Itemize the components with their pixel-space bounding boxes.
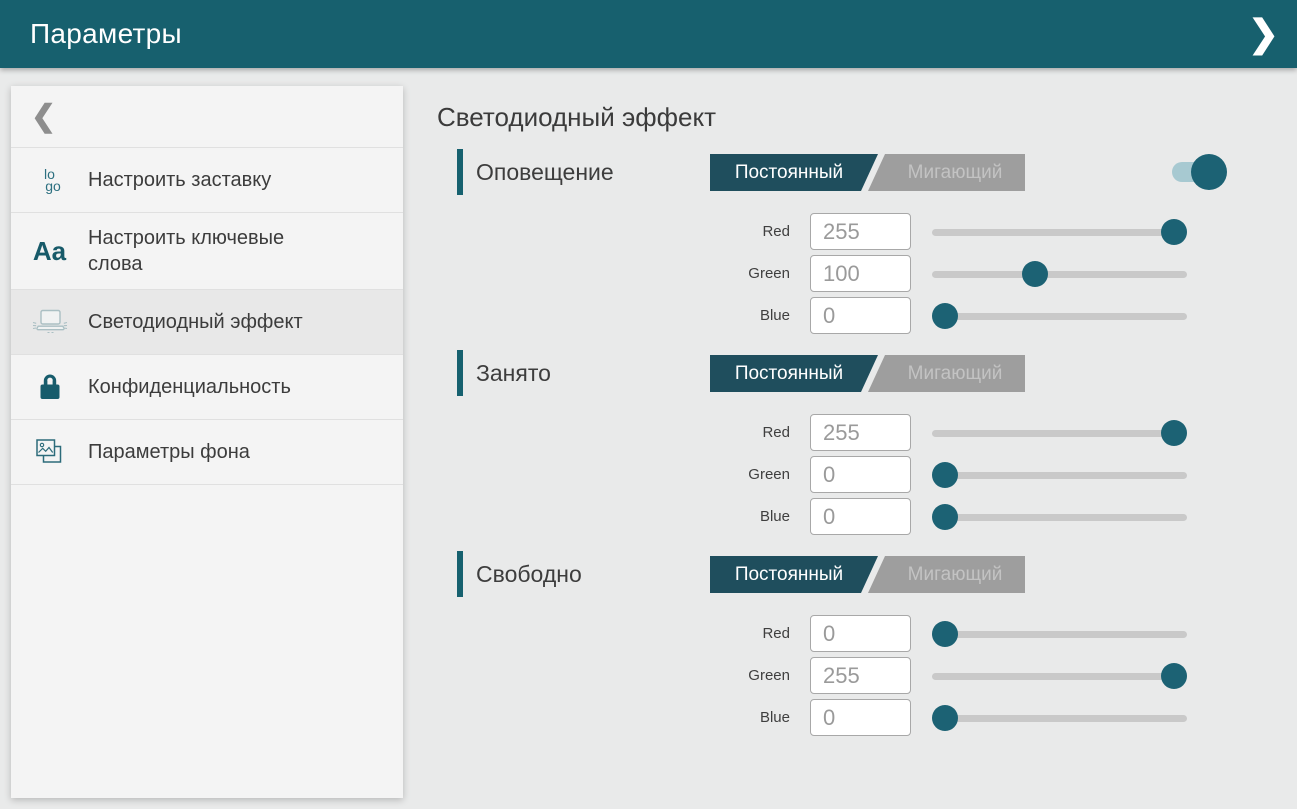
slider-track (932, 271, 1187, 278)
keywords-icon: Aa (11, 236, 88, 267)
red-label: Red (437, 223, 790, 240)
slider-thumb[interactable] (932, 621, 958, 647)
red-input[interactable] (810, 213, 911, 250)
page-title: Параметры (30, 18, 182, 50)
blue-input[interactable] (810, 498, 911, 535)
slider-thumb[interactable] (932, 303, 958, 329)
slider-thumb[interactable] (932, 705, 958, 731)
blue-slider[interactable] (932, 504, 1187, 530)
main-title: Светодиодный эффект (437, 102, 1297, 133)
toggle-thumb (1191, 154, 1227, 190)
sidebar-item-label: Параметры фона (88, 439, 250, 465)
slider-track (932, 430, 1187, 437)
slider-track (932, 313, 1187, 320)
green-input[interactable] (810, 657, 911, 694)
red-input[interactable] (810, 615, 911, 652)
green-slider[interactable] (932, 462, 1187, 488)
blue-slider[interactable] (932, 705, 1187, 731)
sidebar: ❮ lo go Настроить заставку Aa Настроить … (11, 86, 403, 798)
slider-thumb[interactable] (1161, 420, 1187, 446)
accent-bar (457, 149, 463, 195)
red-slider[interactable] (932, 219, 1187, 245)
sidebar-item-privacy[interactable]: Конфиденциальность (11, 355, 403, 420)
slider-thumb[interactable] (932, 504, 958, 530)
section-title: Занято (476, 360, 551, 387)
slider-track (932, 673, 1187, 680)
slider-track (932, 514, 1187, 521)
sidebar-item-label: Конфиденциальность (88, 374, 291, 400)
slider-thumb[interactable] (1161, 219, 1187, 245)
led-screen-icon (11, 308, 88, 336)
sidebar-item-keywords[interactable]: Aa Настроить ключевые слова (11, 213, 403, 290)
sidebar-item-label: Настроить заставку (88, 167, 271, 193)
accent-bar (457, 350, 463, 396)
mode-option-solid[interactable]: Постоянный (710, 154, 878, 191)
sidebar-item-label: Светодиодный эффект (88, 309, 303, 335)
section-alert: Оповещение Мигающий Постоянный Red (437, 149, 1297, 334)
blue-label: Blue (437, 709, 790, 726)
free-mode-segmented-control: Мигающий Постоянный (710, 556, 1025, 593)
back-chevron-icon: ❮ (31, 99, 56, 134)
green-slider[interactable] (932, 261, 1187, 287)
sidebar-item-screensaver[interactable]: lo go Настроить заставку (11, 148, 403, 213)
green-input[interactable] (810, 255, 911, 292)
blue-input[interactable] (810, 699, 911, 736)
green-slider[interactable] (932, 663, 1187, 689)
slider-thumb[interactable] (1161, 663, 1187, 689)
alert-enabled-toggle[interactable] (1172, 162, 1218, 182)
mode-option-solid[interactable]: Постоянный (710, 355, 878, 392)
blue-slider[interactable] (932, 303, 1187, 329)
slider-track (932, 472, 1187, 479)
slider-track (932, 715, 1187, 722)
green-label: Green (437, 265, 790, 282)
section-busy: Занято Мигающий Постоянный Red Green (437, 350, 1297, 535)
mode-option-solid[interactable]: Постоянный (710, 556, 878, 593)
slider-thumb[interactable] (932, 462, 958, 488)
section-free: Свободно Мигающий Постоянный Red Green (437, 551, 1297, 736)
red-slider[interactable] (932, 420, 1187, 446)
section-title: Оповещение (476, 159, 614, 186)
sidebar-item-led-effect[interactable]: Светодиодный эффект (11, 290, 403, 355)
blue-label: Blue (437, 307, 790, 324)
red-label: Red (437, 424, 790, 441)
logo-icon: lo go (11, 168, 88, 192)
sidebar-item-background[interactable]: Параметры фона (11, 420, 403, 485)
background-images-icon (11, 437, 88, 468)
red-label: Red (437, 625, 790, 642)
alert-mode-segmented-control: Мигающий Постоянный (710, 154, 1025, 191)
red-input[interactable] (810, 414, 911, 451)
lock-icon (11, 372, 88, 403)
forward-chevron-icon[interactable]: ❯ (1248, 10, 1279, 58)
sidebar-collapse-button[interactable]: ❮ (11, 86, 403, 148)
sidebar-item-label: Настроить ключевые слова (88, 225, 328, 277)
red-slider[interactable] (932, 621, 1187, 647)
slider-thumb[interactable] (1022, 261, 1048, 287)
busy-mode-segmented-control: Мигающий Постоянный (710, 355, 1025, 392)
main-content: Светодиодный эффект Оповещение Мигающий … (437, 68, 1297, 809)
blue-input[interactable] (810, 297, 911, 334)
slider-track (932, 229, 1187, 236)
app-header: Параметры ❯ (0, 0, 1297, 68)
accent-bar (457, 551, 463, 597)
slider-track (932, 631, 1187, 638)
green-label: Green (437, 667, 790, 684)
section-title: Свободно (476, 561, 582, 588)
green-input[interactable] (810, 456, 911, 493)
blue-label: Blue (437, 508, 790, 525)
green-label: Green (437, 466, 790, 483)
